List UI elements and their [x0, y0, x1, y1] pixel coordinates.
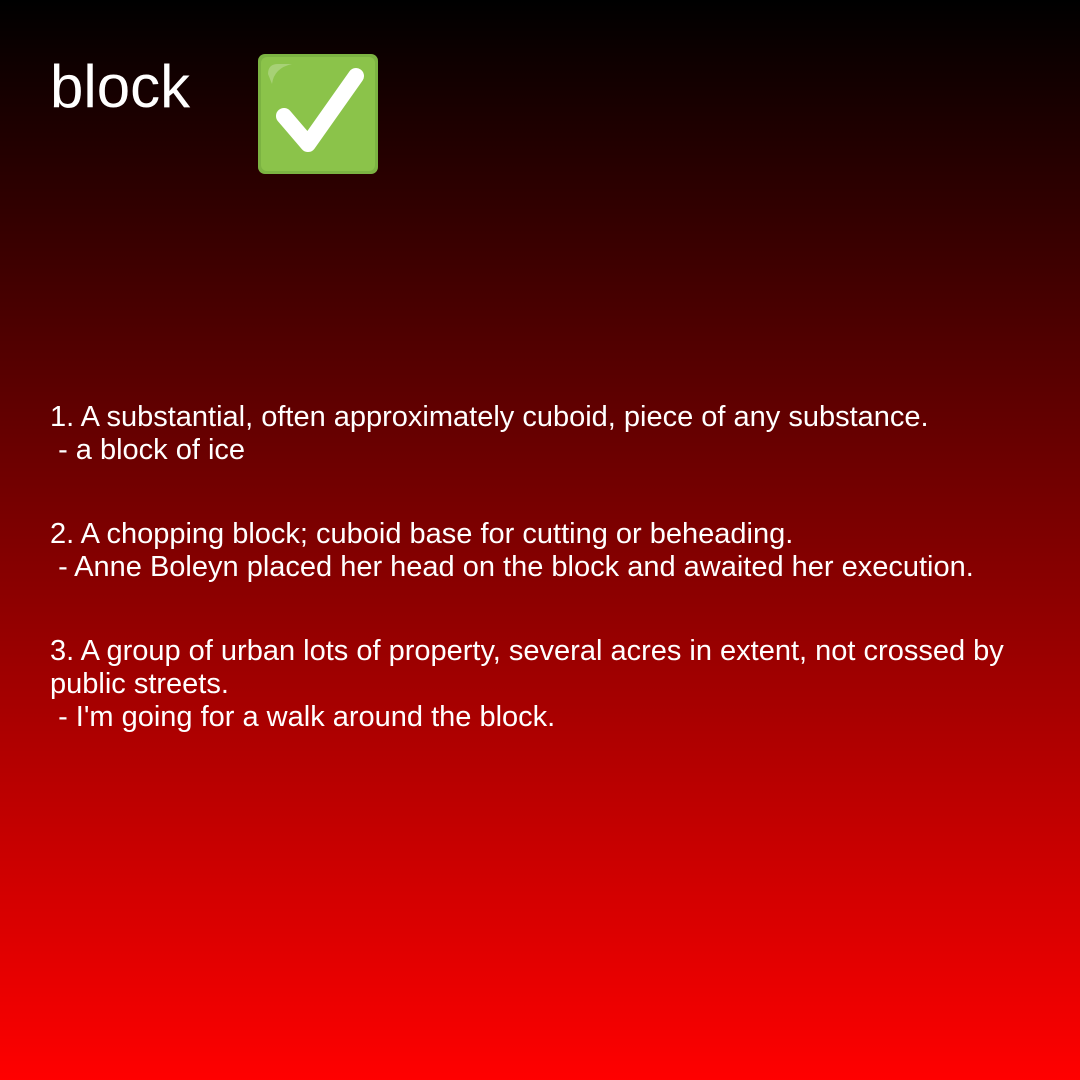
definition-text: 1. A substantial, often approximately cu… — [50, 401, 929, 433]
definition-example: - Anne Boleyn placed her head on the blo… — [50, 551, 974, 583]
word-title: block — [50, 53, 191, 120]
definition-item: 3. A group of urban lots of property, se… — [50, 635, 1010, 734]
definition-text: 2. A chopping block; cuboid base for cut… — [50, 518, 794, 550]
word-card: block 1. A substantial, often approximat… — [0, 0, 1080, 1080]
definition-item: 2. A chopping block; cuboid base for cut… — [50, 518, 1010, 584]
definition-item: 1. A substantial, often approximately cu… — [50, 401, 1010, 467]
definition-example: - a block of ice — [50, 434, 246, 466]
definition-example: - I'm going for a walk around the block. — [50, 701, 556, 733]
definition-text: 3. A group of urban lots of property, se… — [50, 635, 1012, 700]
check-mark-button-icon — [258, 54, 378, 174]
definitions-list: 1. A substantial, often approximately cu… — [50, 401, 1010, 785]
